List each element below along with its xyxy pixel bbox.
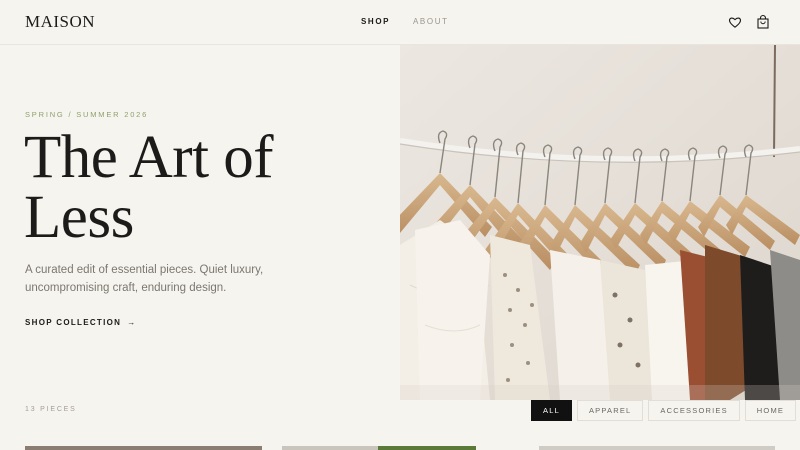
- heart-icon[interactable]: [727, 14, 743, 30]
- product-card-image[interactable]: [539, 446, 775, 450]
- bag-icon[interactable]: [755, 14, 771, 30]
- clothing-rack-image: [400, 45, 800, 400]
- filter-accessories-button[interactable]: ACCESSORIES: [648, 400, 740, 421]
- filter-home-button[interactable]: HOME: [744, 400, 797, 421]
- hero-subtitle-line1: A curated edit of essential pieces. Quie…: [25, 264, 264, 276]
- nav-shop-link[interactable]: SHOP: [361, 17, 390, 26]
- hero-subtitle: A curated edit of essential pieces. Quie…: [25, 261, 325, 297]
- shop-collection-link[interactable]: SHOP COLLECTION →: [25, 318, 137, 327]
- filter-bar: ALL APPAREL ACCESSORIES HOME: [531, 400, 797, 421]
- arrow-right-icon: →: [127, 318, 137, 327]
- filter-all-button[interactable]: ALL: [531, 400, 572, 421]
- product-card-image[interactable]: [378, 446, 476, 450]
- product-card-image[interactable]: [25, 446, 262, 450]
- hero-image: [400, 45, 800, 400]
- pieces-count: 13 PIECES: [25, 406, 77, 413]
- hero-title: The Art of Less: [24, 127, 374, 251]
- brand-logo[interactable]: MAISON: [25, 12, 95, 32]
- season-label: SPRING / SUMMER 2026: [25, 110, 149, 119]
- hero-title-line2: Less: [24, 184, 134, 251]
- nav-about-link[interactable]: ABOUT: [413, 17, 449, 26]
- product-card-image[interactable]: [282, 446, 378, 450]
- filter-apparel-button[interactable]: APPAREL: [576, 400, 644, 421]
- hero-subtitle-line2: uncompromising craft, enduring design.: [25, 282, 227, 294]
- hero-title-line1: The Art of: [24, 124, 274, 191]
- cta-label: SHOP COLLECTION: [25, 318, 122, 327]
- site-header: MAISON SHOP ABOUT: [0, 0, 800, 45]
